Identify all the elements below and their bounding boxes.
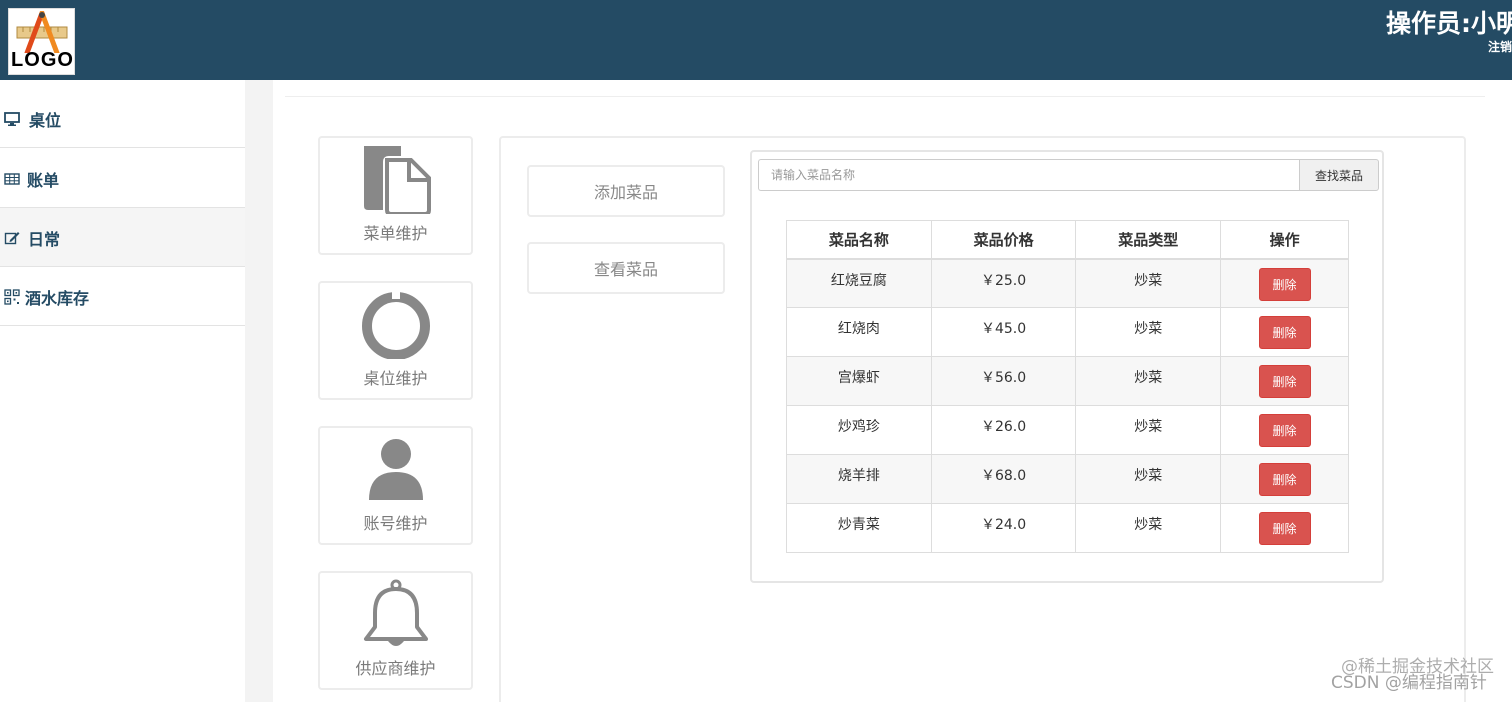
tile-label: 供应商维护 [355,659,436,678]
delete-button[interactable]: 删除 [1258,512,1311,545]
tile-table-maintenance[interactable]: 桌位维护 [318,281,473,400]
dish-search-input[interactable] [758,159,1299,191]
watermark-line: CSDN @编程指南针 [1331,673,1487,693]
table-row: 红烧肉 ￥45.0 炒菜 删除 [786,307,1349,357]
edit-icon [4,232,20,245]
tile-account-maintenance[interactable]: 账号维护 [318,426,473,545]
action-cell: 删除 [1220,258,1349,308]
delete-button[interactable]: 删除 [1258,365,1311,398]
tile-supplier-maintenance[interactable]: 供应商维护 [318,571,473,690]
column-header: 菜品名称 [786,220,932,260]
tile-label: 菜单维护 [363,224,428,243]
dish-type-cell: 炒菜 [1075,258,1222,308]
logo-text: LOGO [11,49,74,71]
dish-price-cell: ￥45.0 [930,307,1077,357]
sidebar: 桌位 账单 日常 酒水库存 [0,80,245,702]
dish-price-cell: ￥24.0 [930,503,1077,553]
column-header: 菜品价格 [930,220,1077,260]
dish-price-cell: ￥56.0 [930,356,1077,406]
table-row: 宫爆虾 ￥56.0 炒菜 删除 [786,356,1349,406]
tile-label: 账号维护 [363,514,428,533]
table-row: 炒青菜 ￥24.0 炒菜 删除 [786,503,1349,553]
dish-type-cell: 炒菜 [1075,503,1222,553]
operator-label: 操作员:小明 [1386,9,1512,38]
dish-name-cell: 炒鸡珍 [786,405,932,455]
table-icon [4,173,20,185]
compass-ruler-icon [16,11,68,53]
top-header: LOGO 操作员:小明 注销 [0,0,1512,80]
dish-name-cell: 红烧肉 [786,307,932,357]
sidebar-item-drinks-inventory[interactable]: 酒水库存 [0,267,245,326]
bell-icon [363,579,428,646]
tile-label: 桌位维护 [363,369,428,388]
dish-table: 菜品名称 菜品价格 菜品类型 操作 红烧豆腐 ￥25.0 炒菜 删除 红烧肉 ￥… [786,220,1349,553]
dish-name-cell: 烧羊排 [786,454,932,504]
sidebar-item-label: 日常 [28,230,61,249]
dish-name-cell: 炒青菜 [786,503,932,553]
search-dish-button[interactable]: 查找菜品 [1299,159,1379,191]
action-cell: 删除 [1220,454,1349,504]
tile-menu-maintenance[interactable]: 菜单维护 [318,136,473,255]
table-header-row: 菜品名称 菜品价格 菜品类型 操作 [786,220,1349,260]
dish-panel: 添加菜品 查看菜品 查找菜品 菜品名称 菜品价格 菜品类型 操作 红烧豆腐 [499,136,1466,702]
column-header: 菜品类型 [1075,220,1222,260]
table-row: 红烧豆腐 ￥25.0 炒菜 删除 [786,258,1349,308]
file-icon [363,146,431,214]
delete-button[interactable]: 删除 [1258,316,1311,349]
delete-button[interactable]: 删除 [1258,267,1311,301]
sidebar-item-label: 账单 [27,171,60,190]
dish-price-cell: ￥26.0 [930,405,1077,455]
dish-name-cell: 宫爆虾 [786,356,932,406]
divider [285,96,1485,97]
action-cell: 删除 [1220,405,1349,455]
logout-link[interactable]: 注销 [1488,38,1512,55]
main-content: 菜单维护 桌位维护 账号维护 供应商维护 添加菜品 查看菜品 请输入菜品名称 查… [273,80,1512,702]
dish-type-cell: 炒菜 [1075,405,1222,455]
sidebar-item-label: 酒水库存 [25,289,90,308]
sidebar-item-label: 桌位 [29,111,62,130]
dish-type-cell: 炒菜 [1075,307,1222,357]
table-row: 炒鸡珍 ￥26.0 炒菜 删除 [786,405,1349,455]
dish-type-cell: 炒菜 [1075,454,1222,504]
dish-price-cell: ￥25.0 [930,258,1077,308]
column-header: 操作 [1220,220,1349,260]
table-row: 烧羊排 ￥68.0 炒菜 删除 [786,454,1349,504]
dish-list-panel: 查找菜品 菜品名称 菜品价格 菜品类型 操作 红烧豆腐 ￥25.0 炒菜 [750,150,1384,583]
monitor-icon [4,112,20,126]
dish-name-cell: 红烧豆腐 [786,258,932,308]
ring-icon [361,289,430,359]
dish-price-cell: ￥68.0 [930,454,1077,504]
sidebar-item-daily[interactable]: 日常 [0,208,245,267]
user-icon [368,439,423,500]
qrcode-icon [4,289,20,305]
dish-type-cell: 炒菜 [1075,356,1222,406]
add-dish-button[interactable]: 添加菜品 [527,165,725,217]
action-cell: 删除 [1220,503,1349,553]
sidebar-item-bills[interactable]: 账单 [0,149,245,208]
delete-button[interactable]: 删除 [1258,463,1311,496]
action-cell: 删除 [1220,307,1349,357]
logo[interactable]: LOGO [8,8,75,75]
delete-button[interactable]: 删除 [1258,414,1311,447]
view-dish-button[interactable]: 查看菜品 [527,242,725,294]
action-cell: 删除 [1220,356,1349,406]
sidebar-item-tables[interactable]: 桌位 [0,89,245,148]
